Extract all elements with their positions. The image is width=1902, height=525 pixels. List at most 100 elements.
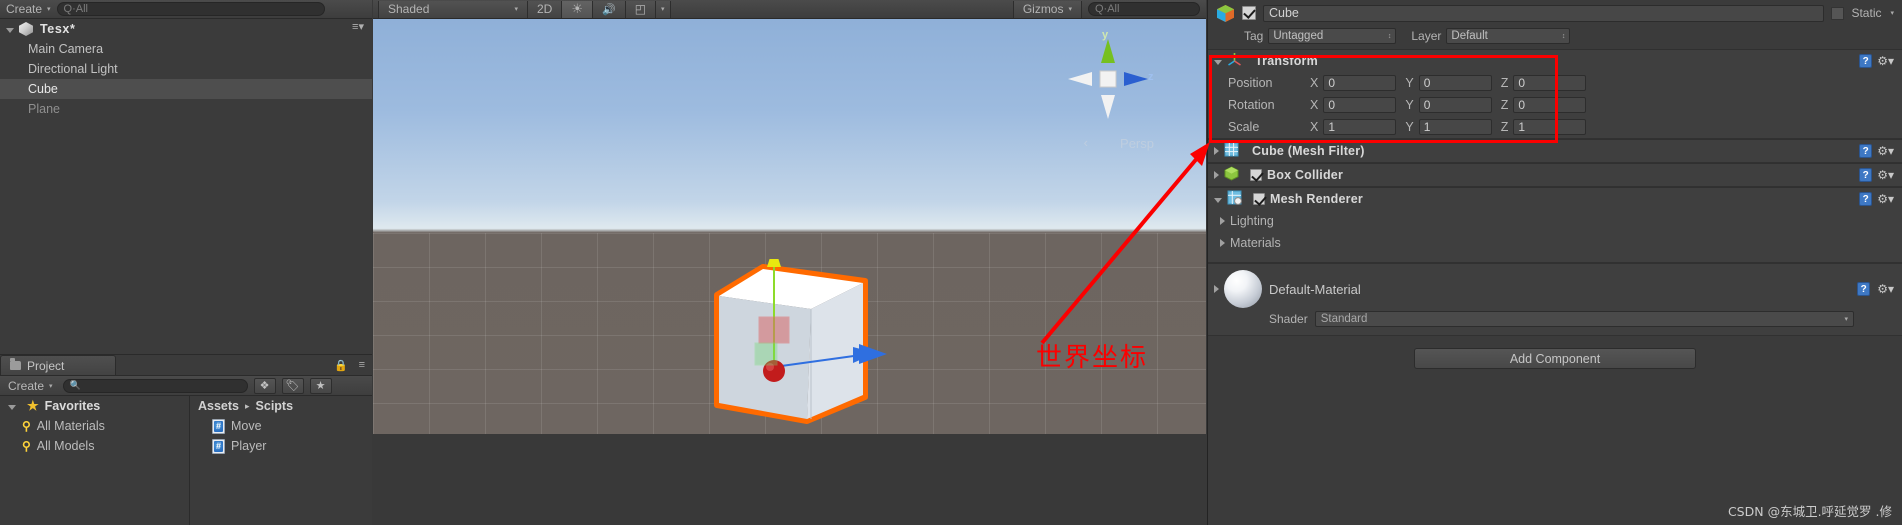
position-y: Y 0 — [1405, 75, 1492, 91]
component-transform: Transform ? ⚙▾ Position X 0 Y 0 Z 0 Rota… — [1208, 49, 1902, 139]
chevron-down-icon[interactable] — [1214, 197, 1222, 203]
scene-effects-button[interactable]: ◰ — [625, 0, 657, 18]
help-icon[interactable]: ? — [1859, 192, 1873, 206]
chevron-down-icon[interactable]: ▾ — [1890, 9, 1894, 17]
position-label: Position — [1228, 76, 1273, 90]
inspector-panel: Cube Static ▾ Tag Untagged ↕ Layer Defau… — [1207, 0, 1902, 525]
project-favorites-root[interactable]: ★ Favorites — [0, 396, 189, 416]
hierarchy-item-plane[interactable]: Plane — [0, 99, 372, 119]
project-search-input[interactable]: 🔍 — [62, 378, 248, 393]
rotation-z-input[interactable]: 0 — [1513, 97, 1587, 113]
add-component-area: Add Component — [1208, 336, 1902, 369]
chevron-right-icon[interactable] — [1220, 239, 1225, 247]
speaker-icon: 🔊 — [602, 3, 616, 16]
project-create-button[interactable]: Create ▾ — [4, 379, 57, 393]
scene-effects-dropdown[interactable]: ▾ — [656, 0, 671, 18]
scale-x-input[interactable]: 1 — [1323, 119, 1397, 135]
box-collider-header[interactable]: Box Collider ? ⚙▾ — [1208, 164, 1902, 186]
breadcrumb-root[interactable]: Assets — [198, 399, 239, 413]
layer-dropdown[interactable]: Default ↕ — [1446, 28, 1571, 44]
mesh-renderer-lighting-section[interactable]: Lighting — [1208, 210, 1902, 232]
hierarchy-item-directional-light[interactable]: Directional Light — [0, 59, 372, 79]
gear-icon[interactable]: ⚙▾ — [1877, 282, 1894, 296]
help-icon[interactable]: ? — [1859, 168, 1873, 182]
toggle-2d-button[interactable]: 2D — [528, 0, 563, 18]
mesh-renderer-title: Mesh Renderer — [1270, 192, 1363, 206]
scene-view-gizmo[interactable]: y z — [1062, 29, 1154, 125]
gameobject-name-field[interactable]: Cube — [1263, 4, 1825, 22]
project-filter-label-icon[interactable]: 🏷 — [281, 377, 304, 394]
project-menu-icon[interactable]: ≡ — [359, 359, 365, 371]
watermark: CSDN @东城卫.呼延觉罗 .修 — [1727, 504, 1892, 519]
mesh-renderer-materials-section[interactable]: Materials — [1208, 232, 1902, 254]
tab-project[interactable]: Project — [0, 355, 116, 375]
help-icon[interactable]: ? — [1859, 54, 1873, 68]
gear-icon[interactable]: ⚙▾ — [1877, 144, 1894, 158]
hierarchy-create-button[interactable]: Create ▾ — [6, 2, 51, 16]
project-favorite-all-materials[interactable]: ⚲ All Materials — [0, 416, 189, 436]
breadcrumb-current[interactable]: Scipts — [256, 399, 294, 413]
chevron-right-icon[interactable] — [1214, 285, 1219, 293]
chevron-down-icon[interactable] — [6, 27, 14, 33]
project-lock-icon[interactable]: 🔒 — [334, 359, 348, 372]
chevron-down-icon[interactable] — [8, 404, 16, 410]
axis-label-x: X — [1310, 76, 1319, 90]
static-checkbox[interactable] — [1831, 6, 1845, 20]
chevron-right-icon[interactable] — [1220, 217, 1225, 225]
rotation-label: Rotation — [1228, 98, 1275, 112]
rotation-y-input[interactable]: 0 — [1418, 97, 1492, 113]
position-x-input[interactable]: 0 — [1323, 75, 1397, 91]
scale-x: X 1 — [1310, 119, 1397, 135]
gear-icon[interactable]: ⚙▾ — [1877, 54, 1894, 68]
mesh-filter-header[interactable]: Cube (Mesh Filter) ? ⚙▾ — [1208, 140, 1902, 162]
project-favorite-icon[interactable]: ★ — [309, 377, 332, 394]
gameobject-enabled-checkbox[interactable] — [1242, 6, 1256, 20]
gear-icon[interactable]: ⚙▾ — [1877, 192, 1894, 206]
hierarchy-scene-root[interactable]: Tesx* — [0, 19, 372, 39]
shader-dropdown[interactable]: Standard ▾ — [1314, 311, 1854, 327]
axis-label-y: Y — [1405, 120, 1414, 134]
mesh-renderer-enabled-checkbox[interactable] — [1253, 193, 1265, 205]
chevron-right-icon[interactable] — [1214, 171, 1219, 179]
hierarchy-item-main-camera[interactable]: Main Camera — [0, 39, 372, 59]
mesh-renderer-header[interactable]: Mesh Renderer ? ⚙▾ — [1208, 188, 1902, 210]
scale-y-input[interactable]: 1 — [1418, 119, 1492, 135]
position-y-input[interactable]: 0 — [1418, 75, 1492, 91]
project-favorite-all-models[interactable]: ⚲ All Models — [0, 436, 189, 456]
project-file-move[interactable]: # Move — [190, 416, 372, 436]
add-component-button[interactable]: Add Component — [1414, 348, 1696, 369]
selected-cube-object[interactable] — [711, 245, 876, 427]
project-file-player[interactable]: # Player — [190, 436, 372, 456]
help-icon[interactable]: ? — [1857, 282, 1871, 296]
chevron-down-icon[interactable] — [1214, 59, 1222, 65]
hierarchy-create-label: Create — [6, 2, 43, 16]
box-collider-enabled-checkbox[interactable] — [1250, 169, 1262, 181]
search-icon: ⚲ — [22, 419, 31, 433]
star-icon: ★ — [27, 398, 39, 413]
scale-z-input[interactable]: 1 — [1513, 119, 1587, 135]
transform-header[interactable]: Transform ? ⚙▾ — [1208, 50, 1902, 72]
position-y-value: 0 — [1423, 76, 1431, 90]
gizmo-axis-y-label: y — [1102, 29, 1109, 41]
component-mesh-renderer: Mesh Renderer ? ⚙▾ Lighting Materials — [1208, 187, 1902, 263]
gizmos-label: Gizmos — [1022, 2, 1064, 16]
help-icon[interactable]: ? — [1859, 144, 1873, 158]
shading-mode-dropdown[interactable]: Shaded ▾ — [378, 0, 528, 18]
search-icon: Q·All — [1095, 3, 1120, 15]
hierarchy-search-input[interactable]: Q·All — [56, 2, 325, 16]
scene-search-input[interactable]: Q·All — [1088, 2, 1200, 16]
position-z-input[interactable]: 0 — [1513, 75, 1587, 91]
project-filter-type-icon[interactable]: ❖ — [253, 377, 276, 394]
tag-value: Untagged — [1273, 30, 1324, 42]
chevron-right-icon[interactable] — [1214, 147, 1219, 155]
project-tab-bar: Project 🔒 ≡ — [0, 355, 372, 375]
scene-lighting-toggle[interactable]: ☀ — [562, 0, 593, 18]
annotation-label: 世界坐标 — [1036, 343, 1149, 373]
hierarchy-item-cube[interactable]: Cube — [0, 79, 372, 99]
position-x-value: 0 — [1328, 76, 1336, 90]
scene-audio-toggle[interactable]: 🔊 — [593, 0, 626, 18]
rotation-x-input[interactable]: 0 — [1323, 97, 1397, 113]
gear-icon[interactable]: ⚙▾ — [1877, 168, 1894, 182]
gizmos-dropdown[interactable]: Gizmos ▾ — [1012, 0, 1082, 18]
tag-dropdown[interactable]: Untagged ↕ — [1268, 28, 1397, 44]
